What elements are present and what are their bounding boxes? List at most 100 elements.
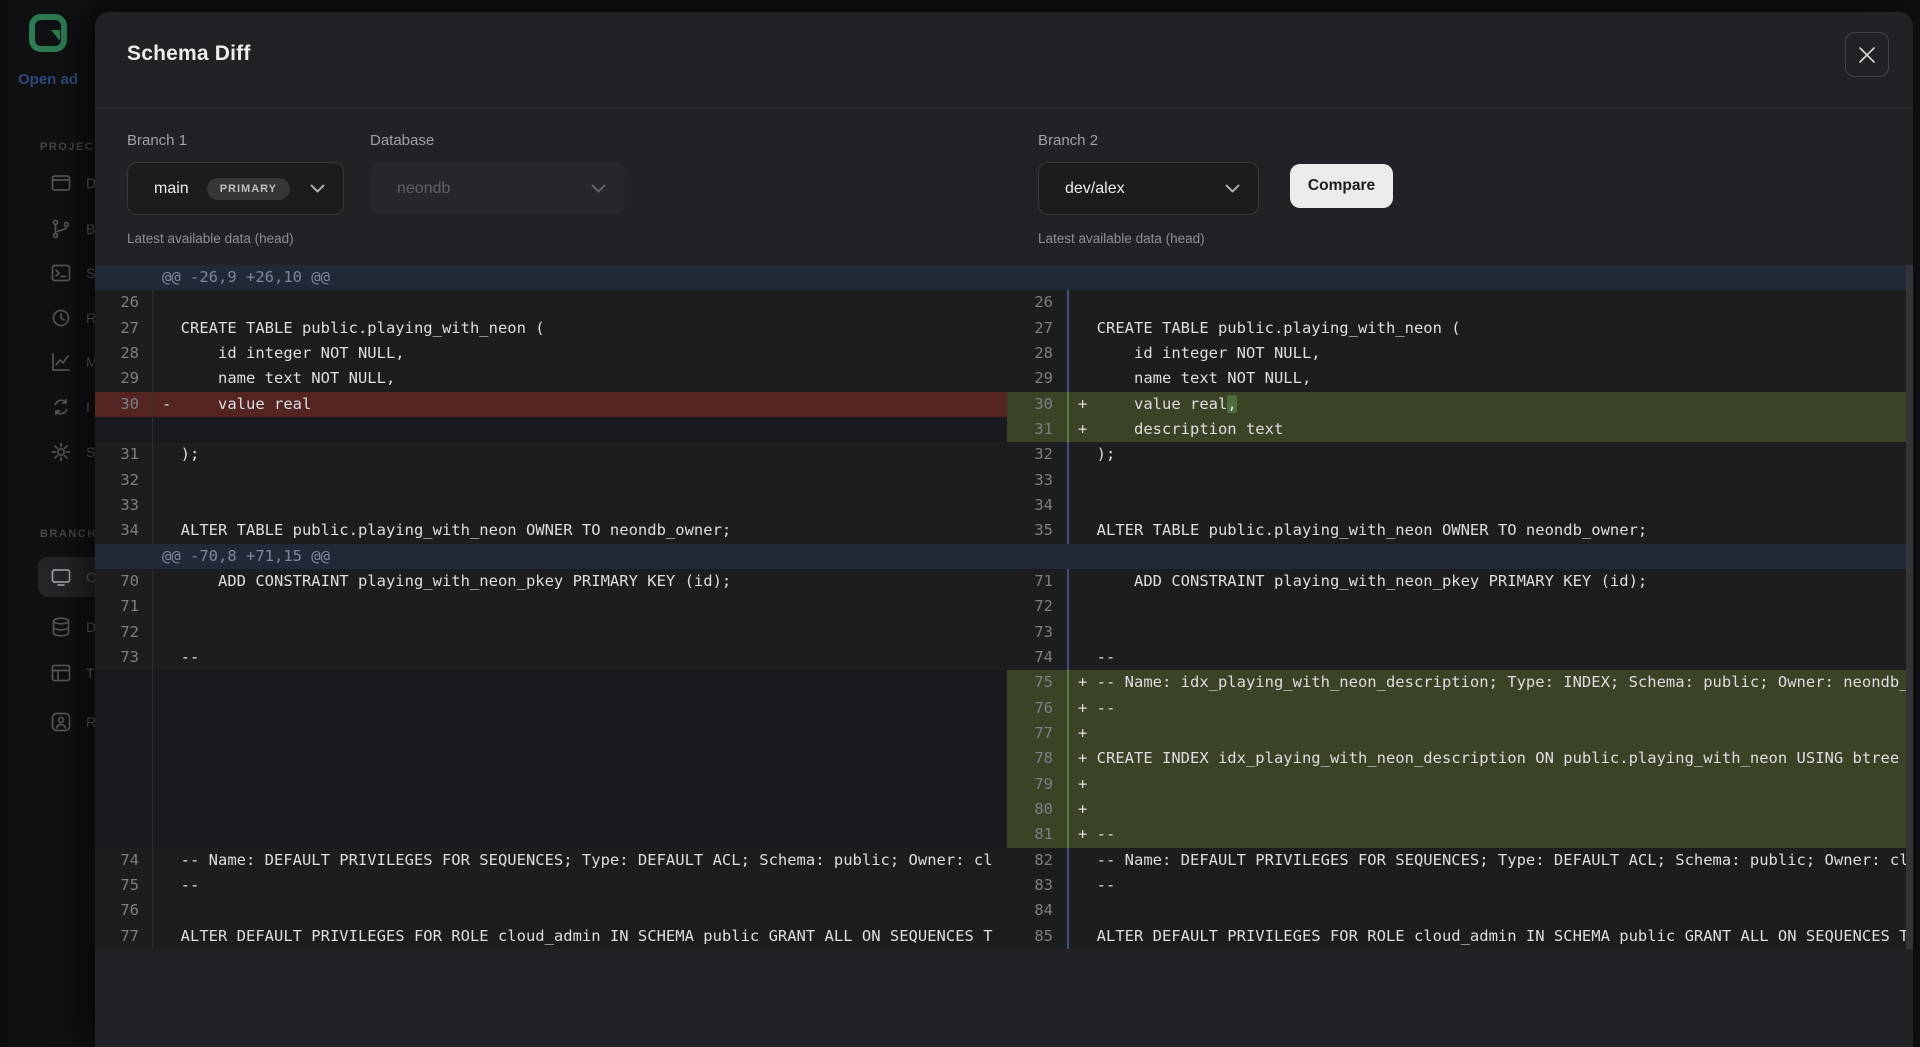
sidebar-item-user[interactable]: R bbox=[50, 702, 95, 742]
chart-icon bbox=[50, 351, 72, 373]
diff-line-text: -- Name: DEFAULT PRIVILEGES FOR SEQUENCE… bbox=[152, 848, 1007, 873]
sidebar-item-label: O bbox=[86, 569, 95, 585]
sidebar-item-monitor[interactable]: O bbox=[38, 557, 95, 597]
chevron-down-icon bbox=[1225, 184, 1240, 193]
sidebar-item-label: I bbox=[86, 399, 90, 415]
chevron-down-icon bbox=[591, 184, 606, 193]
diff-line-text bbox=[152, 620, 1007, 645]
branch2-select[interactable]: dev/alex bbox=[1038, 162, 1259, 215]
sidebar-item-terminal[interactable]: S bbox=[50, 253, 95, 293]
diff-line-text bbox=[152, 670, 1007, 695]
database-icon bbox=[50, 616, 72, 638]
branch1-label: Branch 1 bbox=[127, 132, 187, 149]
line-number: 82 bbox=[1007, 848, 1067, 873]
diff-line-text: -- bbox=[1067, 873, 1913, 898]
diff-line-text: -- bbox=[152, 645, 1007, 670]
diff-line-text: CREATE TABLE public.playing_with_neon ( bbox=[1067, 316, 1913, 341]
diff-line-text bbox=[152, 721, 1007, 746]
diff-line-text: @@ -26,9 +26,10 @@ bbox=[152, 265, 1007, 290]
line-number: 78 bbox=[1007, 746, 1067, 771]
diff-line-text bbox=[152, 746, 1007, 771]
diff-row: 76 bbox=[95, 898, 1007, 923]
schema-diff-left-pane[interactable]: @@ -26,9 +26,10 @@26 27 CREATE TABLE pub… bbox=[95, 265, 1007, 949]
diff-row: 72 bbox=[95, 620, 1007, 645]
line-number: 75 bbox=[95, 873, 152, 898]
sidebar-item-gear[interactable]: S bbox=[50, 432, 95, 472]
diff-row: 81+ -- bbox=[1007, 822, 1913, 847]
line-number: 83 bbox=[1007, 873, 1067, 898]
diff-line-text bbox=[152, 898, 1007, 923]
diff-row: 29 name text NOT NULL, bbox=[1007, 366, 1913, 391]
diff-row: 74 -- bbox=[1007, 645, 1913, 670]
diff-row bbox=[95, 670, 1007, 695]
diff-hunk-header bbox=[1007, 265, 1913, 290]
diff-line-text: -- Name: DEFAULT PRIVILEGES FOR SEQUENCE… bbox=[1067, 848, 1913, 873]
sidebar-item-label: S bbox=[86, 265, 95, 281]
line-number: 74 bbox=[1007, 645, 1067, 670]
line-number: 76 bbox=[1007, 696, 1067, 721]
sidebar-item-sync[interactable]: I bbox=[50, 387, 95, 427]
diff-line-text: + bbox=[1067, 772, 1913, 797]
diff-row: 31+ description text bbox=[1007, 417, 1913, 442]
diff-row: 74 -- Name: DEFAULT PRIVILEGES FOR SEQUE… bbox=[95, 848, 1007, 873]
git-branch-icon bbox=[50, 218, 72, 240]
compare-button[interactable]: Compare bbox=[1290, 164, 1393, 208]
terminal-icon bbox=[50, 262, 72, 284]
sidebar-item-chart[interactable]: M bbox=[50, 342, 95, 382]
diff-row: 84 bbox=[1007, 898, 1913, 923]
sidebar: Open ad PROJEC DBSRMIS BRANCH ODTR bbox=[0, 0, 95, 1047]
database-select[interactable]: neondb bbox=[370, 162, 625, 215]
branch1-value: main bbox=[154, 180, 189, 198]
diff-line-text: + value real, bbox=[1067, 392, 1913, 417]
line-number bbox=[95, 746, 152, 771]
diff-row: 77 ALTER DEFAULT PRIVILEGES FOR ROLE clo… bbox=[95, 924, 1007, 949]
diff-row: 34 bbox=[1007, 493, 1913, 518]
line-number bbox=[95, 822, 152, 847]
line-number: 73 bbox=[1007, 620, 1067, 645]
diff-scrollbar[interactable] bbox=[1906, 265, 1913, 949]
chevron-down-icon bbox=[310, 184, 325, 193]
diff-row: 82 -- Name: DEFAULT PRIVILEGES FOR SEQUE… bbox=[1007, 848, 1913, 873]
diff-row: 85 ALTER DEFAULT PRIVILEGES FOR ROLE clo… bbox=[1007, 924, 1913, 949]
sidebar-item-history[interactable]: R bbox=[50, 298, 95, 338]
diff-row: 79+ bbox=[1007, 772, 1913, 797]
line-number: 26 bbox=[1007, 290, 1067, 315]
line-number: 81 bbox=[1007, 822, 1067, 847]
branch-heading: BRANCH bbox=[40, 528, 95, 540]
neon-logo-icon bbox=[28, 13, 68, 53]
branch1-select[interactable]: main PRIMARY bbox=[127, 162, 344, 215]
neon-logo[interactable] bbox=[28, 13, 68, 53]
line-number: 79 bbox=[1007, 772, 1067, 797]
close-button[interactable] bbox=[1845, 32, 1889, 77]
diff-row bbox=[95, 417, 1007, 442]
sidebar-item-database[interactable]: D bbox=[50, 607, 95, 647]
line-number: 31 bbox=[95, 442, 152, 467]
diff-line-text: ALTER DEFAULT PRIVILEGES FOR ROLE cloud_… bbox=[1067, 924, 1913, 949]
line-number: 72 bbox=[1007, 594, 1067, 619]
diff-line-text: name text NOT NULL, bbox=[152, 366, 1007, 391]
diff-line-text bbox=[1067, 544, 1913, 569]
diff-row: 73 bbox=[1007, 620, 1913, 645]
sidebar-item-window[interactable]: D bbox=[50, 163, 95, 203]
sidebar-item-table[interactable]: T bbox=[50, 653, 95, 693]
sidebar-item-label: D bbox=[86, 175, 95, 191]
sidebar-item-label: B bbox=[86, 221, 95, 237]
diff-line-text bbox=[1067, 290, 1913, 315]
diff-row: 80+ bbox=[1007, 797, 1913, 822]
open-admin-banner[interactable]: Open ad bbox=[18, 71, 95, 88]
diff-row: 33 bbox=[95, 493, 1007, 518]
line-number: 30 bbox=[95, 392, 152, 417]
diff-row: 73 -- bbox=[95, 645, 1007, 670]
sidebar-item-git-branch[interactable]: B bbox=[50, 209, 95, 249]
diff-line-text bbox=[152, 493, 1007, 518]
diff-row: 75+ -- Name: idx_playing_with_neon_descr… bbox=[1007, 670, 1913, 695]
diff-line-text: id integer NOT NULL, bbox=[152, 341, 1007, 366]
line-number: 84 bbox=[1007, 898, 1067, 923]
diff-row: 72 bbox=[1007, 594, 1913, 619]
line-number: 34 bbox=[1007, 493, 1067, 518]
line-number bbox=[1007, 544, 1067, 569]
line-number: 27 bbox=[95, 316, 152, 341]
line-number: 35 bbox=[1007, 518, 1067, 543]
branch2-caption: Latest available data (head) bbox=[1038, 231, 1205, 246]
schema-diff-right-pane[interactable]: 26 27 CREATE TABLE public.playing_with_n… bbox=[1007, 265, 1913, 949]
